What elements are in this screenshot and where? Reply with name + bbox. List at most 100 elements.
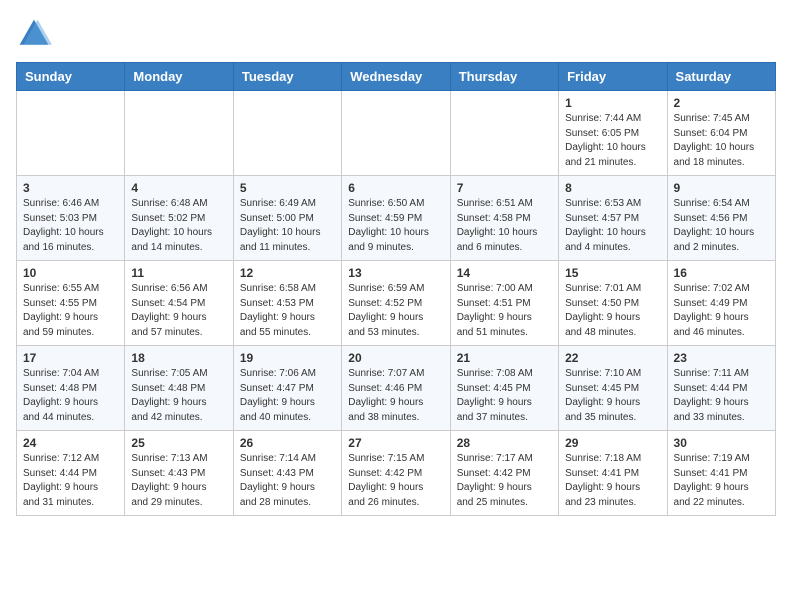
week-row-5: 24 Sunrise: 7:12 AMSunset: 4:44 PMDayligh…	[17, 431, 776, 516]
weekday-header-row: SundayMondayTuesdayWednesdayThursdayFrid…	[17, 63, 776, 91]
day-info: Sunrise: 6:49 AMSunset: 5:00 PMDaylight:…	[240, 197, 335, 255]
day-number: 27	[348, 436, 443, 450]
day-info: Sunrise: 6:59 AMSunset: 4:52 PMDaylight:…	[348, 282, 443, 340]
day-info: Sunrise: 7:08 AMSunset: 4:45 PMDaylight:…	[457, 367, 552, 425]
day-cell: 6 Sunrise: 6:50 AMSunset: 4:59 PMDaylight…	[342, 176, 450, 261]
day-info: Sunrise: 7:15 AMSunset: 4:42 PMDaylight:…	[348, 452, 443, 510]
day-number: 6	[348, 181, 443, 195]
day-info: Sunrise: 7:06 AMSunset: 4:47 PMDaylight:…	[240, 367, 335, 425]
day-info: Sunrise: 7:18 AMSunset: 4:41 PMDaylight:…	[565, 452, 660, 510]
day-cell: 14Sunrise: 7:00 AMSunset: 4:51 PMDayligh…	[450, 261, 558, 346]
day-info: Sunrise: 6:55 AMSunset: 4:55 PMDaylight:…	[23, 282, 118, 340]
day-cell: 21 Sunrise: 7:08 AMSunset: 4:45 PMDayligh…	[450, 346, 558, 431]
day-cell: 3Sunrise: 6:46 AMSunset: 5:03 PMDaylight…	[17, 176, 125, 261]
day-info: Sunrise: 7:12 AMSunset: 4:44 PMDaylight:…	[23, 452, 118, 510]
day-cell: 4Sunrise: 6:48 AMSunset: 5:02 PMDaylight…	[125, 176, 233, 261]
day-number: 12	[240, 266, 335, 280]
day-cell	[125, 91, 233, 176]
day-info: Sunrise: 6:50 AMSunset: 4:59 PMDaylight:…	[348, 197, 443, 255]
day-number: 11	[131, 266, 226, 280]
day-info: Sunrise: 7:19 AMSunset: 4:41 PMDaylight:…	[674, 452, 769, 510]
day-cell: 16 Sunrise: 7:02 AMSunset: 4:49 PMDayligh…	[667, 261, 775, 346]
day-number: 2	[674, 96, 769, 110]
day-cell: 30Sunrise: 7:19 AMSunset: 4:41 PMDayligh…	[667, 431, 775, 516]
day-info: Sunrise: 6:51 AMSunset: 4:58 PMDaylight:…	[457, 197, 552, 255]
day-cell: 13 Sunrise: 6:59 AMSunset: 4:52 PMDayligh…	[342, 261, 450, 346]
day-info: Sunrise: 7:44 AMSunset: 6:05 PMDaylight:…	[565, 112, 660, 170]
day-cell: 1 Sunrise: 7:44 AMSunset: 6:05 PMDaylight…	[559, 91, 667, 176]
day-number: 9	[674, 181, 769, 195]
day-number: 19	[240, 351, 335, 365]
day-number: 17	[23, 351, 118, 365]
day-cell: 2 Sunrise: 7:45 AMSunset: 6:04 PMDaylight…	[667, 91, 775, 176]
weekday-header-thursday: Thursday	[450, 63, 558, 91]
day-cell: 19 Sunrise: 7:06 AMSunset: 4:47 PMDayligh…	[233, 346, 341, 431]
day-cell	[450, 91, 558, 176]
day-number: 15	[565, 266, 660, 280]
day-cell: 5 Sunrise: 6:49 AMSunset: 5:00 PMDaylight…	[233, 176, 341, 261]
day-number: 28	[457, 436, 552, 450]
day-cell: 7 Sunrise: 6:51 AMSunset: 4:58 PMDaylight…	[450, 176, 558, 261]
day-cell: 12 Sunrise: 6:58 AMSunset: 4:53 PMDayligh…	[233, 261, 341, 346]
week-row-3: 10 Sunrise: 6:55 AMSunset: 4:55 PMDayligh…	[17, 261, 776, 346]
day-cell	[342, 91, 450, 176]
day-info: Sunrise: 7:07 AMSunset: 4:46 PMDaylight:…	[348, 367, 443, 425]
day-cell: 18 Sunrise: 7:05 AMSunset: 4:48 PMDayligh…	[125, 346, 233, 431]
day-cell: 23 Sunrise: 7:11 AMSunset: 4:44 PMDayligh…	[667, 346, 775, 431]
day-cell: 28 Sunrise: 7:17 AMSunset: 4:42 PMDayligh…	[450, 431, 558, 516]
logo-icon	[16, 16, 52, 52]
day-info: Sunrise: 7:13 AMSunset: 4:43 PMDaylight:…	[131, 452, 226, 510]
day-info: Sunrise: 7:11 AMSunset: 4:44 PMDaylight:…	[674, 367, 769, 425]
day-info: Sunrise: 6:58 AMSunset: 4:53 PMDaylight:…	[240, 282, 335, 340]
day-number: 13	[348, 266, 443, 280]
day-number: 1	[565, 96, 660, 110]
day-cell: 17 Sunrise: 7:04 AMSunset: 4:48 PMDayligh…	[17, 346, 125, 431]
day-number: 23	[674, 351, 769, 365]
day-info: Sunrise: 7:14 AMSunset: 4:43 PMDaylight:…	[240, 452, 335, 510]
day-info: Sunrise: 7:10 AMSunset: 4:45 PMDaylight:…	[565, 367, 660, 425]
day-number: 25	[131, 436, 226, 450]
day-cell: 25 Sunrise: 7:13 AMSunset: 4:43 PMDayligh…	[125, 431, 233, 516]
day-cell: 24 Sunrise: 7:12 AMSunset: 4:44 PMDayligh…	[17, 431, 125, 516]
day-number: 7	[457, 181, 552, 195]
week-row-2: 3Sunrise: 6:46 AMSunset: 5:03 PMDaylight…	[17, 176, 776, 261]
day-info: Sunrise: 7:05 AMSunset: 4:48 PMDaylight:…	[131, 367, 226, 425]
day-info: Sunrise: 6:46 AMSunset: 5:03 PMDaylight:…	[23, 197, 118, 255]
header	[16, 16, 776, 52]
day-number: 24	[23, 436, 118, 450]
day-cell	[233, 91, 341, 176]
day-info: Sunrise: 7:01 AMSunset: 4:50 PMDaylight:…	[565, 282, 660, 340]
day-cell: 8 Sunrise: 6:53 AMSunset: 4:57 PMDaylight…	[559, 176, 667, 261]
day-number: 26	[240, 436, 335, 450]
day-number: 10	[23, 266, 118, 280]
day-cell: 26 Sunrise: 7:14 AMSunset: 4:43 PMDayligh…	[233, 431, 341, 516]
day-cell: 10 Sunrise: 6:55 AMSunset: 4:55 PMDayligh…	[17, 261, 125, 346]
week-row-4: 17 Sunrise: 7:04 AMSunset: 4:48 PMDayligh…	[17, 346, 776, 431]
logo	[16, 16, 58, 52]
day-number: 29	[565, 436, 660, 450]
calendar: SundayMondayTuesdayWednesdayThursdayFrid…	[16, 62, 776, 516]
day-number: 5	[240, 181, 335, 195]
day-cell: 22 Sunrise: 7:10 AMSunset: 4:45 PMDayligh…	[559, 346, 667, 431]
weekday-header-wednesday: Wednesday	[342, 63, 450, 91]
weekday-header-saturday: Saturday	[667, 63, 775, 91]
day-cell	[17, 91, 125, 176]
day-info: Sunrise: 6:53 AMSunset: 4:57 PMDaylight:…	[565, 197, 660, 255]
day-info: Sunrise: 7:04 AMSunset: 4:48 PMDaylight:…	[23, 367, 118, 425]
day-info: Sunrise: 7:02 AMSunset: 4:49 PMDaylight:…	[674, 282, 769, 340]
day-number: 18	[131, 351, 226, 365]
weekday-header-sunday: Sunday	[17, 63, 125, 91]
day-number: 20	[348, 351, 443, 365]
weekday-header-friday: Friday	[559, 63, 667, 91]
day-info: Sunrise: 7:45 AMSunset: 6:04 PMDaylight:…	[674, 112, 769, 170]
day-number: 21	[457, 351, 552, 365]
day-cell: 20 Sunrise: 7:07 AMSunset: 4:46 PMDayligh…	[342, 346, 450, 431]
day-info: Sunrise: 7:17 AMSunset: 4:42 PMDaylight:…	[457, 452, 552, 510]
day-cell: 11 Sunrise: 6:56 AMSunset: 4:54 PMDayligh…	[125, 261, 233, 346]
day-number: 16	[674, 266, 769, 280]
day-cell: 9Sunrise: 6:54 AMSunset: 4:56 PMDaylight…	[667, 176, 775, 261]
day-number: 8	[565, 181, 660, 195]
day-number: 4	[131, 181, 226, 195]
day-info: Sunrise: 6:56 AMSunset: 4:54 PMDaylight:…	[131, 282, 226, 340]
day-number: 22	[565, 351, 660, 365]
